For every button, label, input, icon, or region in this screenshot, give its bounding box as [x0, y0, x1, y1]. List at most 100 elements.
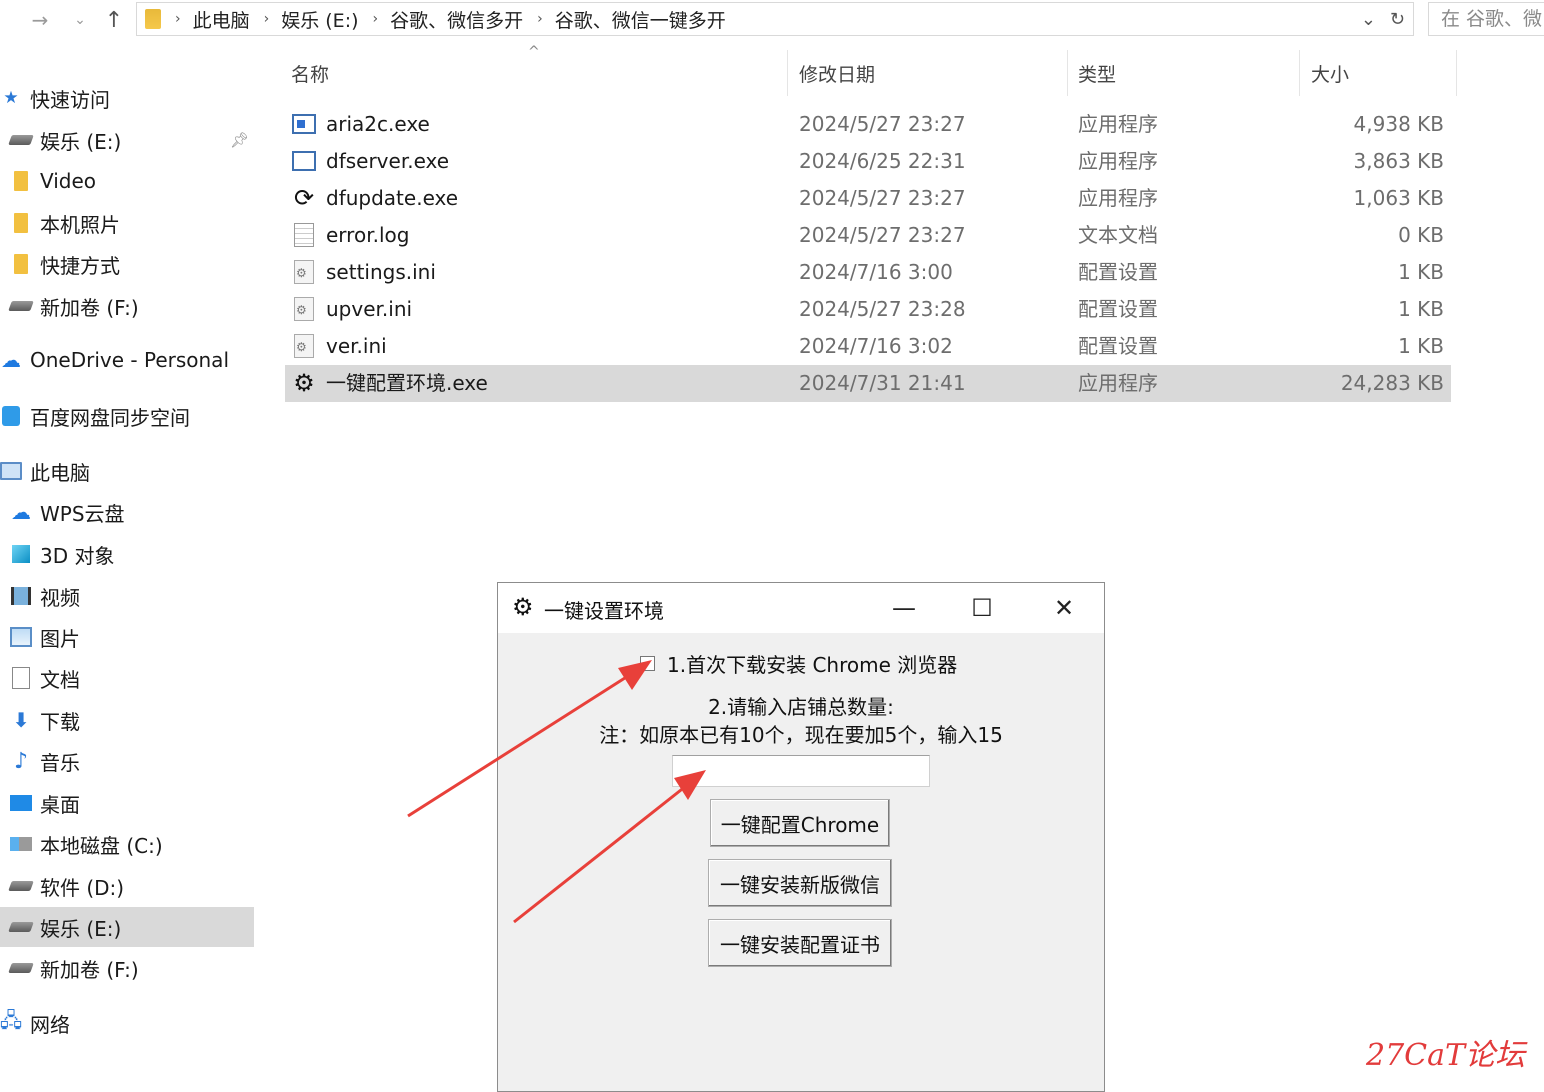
sidebar-item-pictures[interactable]: 图片	[0, 617, 254, 657]
window-icon	[291, 150, 317, 172]
cube-icon	[10, 543, 32, 565]
sidebar-item-drive-e[interactable]: 娱乐 (E:) 📌︎	[0, 120, 254, 160]
chevron-right-icon[interactable]: ›	[537, 11, 543, 27]
sidebar-item-documents[interactable]: 文档	[0, 658, 254, 698]
sidebar-item-label: 本地磁盘 (C:)	[40, 833, 163, 858]
file-name: aria2c.exe	[326, 112, 430, 136]
file-row[interactable]: ⟳ dfupdate.exe 2024/5/27 23:27 应用程序 1,06…	[285, 180, 1451, 217]
breadcrumb-item[interactable]: 娱乐 (E:)	[281, 6, 358, 33]
sidebar-item-downloads[interactable]: ⬇ 下载	[0, 700, 254, 740]
chrome-install-checkbox[interactable]	[640, 656, 655, 671]
column-header-name[interactable]: 名称	[285, 50, 788, 96]
sidebar-item-label: 软件 (D:)	[40, 875, 125, 900]
drive-icon	[8, 916, 34, 938]
file-row[interactable]: error.log 2024/5/27 23:27 文本文档 0 KB	[285, 217, 1451, 254]
file-type: 配置设置	[1078, 334, 1158, 358]
sidebar-item-drive-d[interactable]: 软件 (D:)	[0, 866, 254, 906]
sidebar-item-shortcuts[interactable]: 快捷方式	[0, 244, 254, 284]
store-count-label: 2.请输入店铺总数量:	[708, 695, 894, 719]
file-row[interactable]: aria2c.exe 2024/5/27 23:27 应用程序 4,938 KB	[285, 106, 1451, 143]
file-row[interactable]: upver.ini 2024/5/27 23:28 配置设置 1 KB	[285, 291, 1451, 328]
file-name: ver.ini	[326, 334, 387, 358]
sidebar-item-network[interactable]: 🖧︎ 网络	[0, 1003, 254, 1043]
film-icon	[10, 585, 32, 607]
store-count-input[interactable]	[672, 755, 930, 787]
breadcrumb-item[interactable]: 谷歌、微信多开	[390, 6, 523, 33]
exe-icon	[291, 113, 317, 135]
up-arrow-icon[interactable]: ↑	[100, 6, 128, 34]
file-size: 1 KB	[1398, 260, 1444, 284]
configure-chrome-button[interactable]: 一键配置Chrome	[710, 799, 890, 847]
dialog-title: 一键设置环境	[544, 599, 664, 623]
file-date: 2024/5/27 23:27	[799, 112, 966, 136]
sidebar-item-drive-e-selected[interactable]: 娱乐 (E:)	[0, 907, 254, 947]
sidebar-item-wps-cloud[interactable]: ☁ WPS云盘	[0, 492, 254, 532]
chevron-right-icon[interactable]: ›	[264, 11, 270, 27]
sidebar-item-3d-objects[interactable]: 3D 对象	[0, 534, 254, 574]
ini-file-icon	[291, 297, 317, 321]
dialog-titlebar[interactable]: ⚙ 一键设置环境 — ☐ ✕	[498, 583, 1104, 633]
sidebar-item-local-photos[interactable]: 本机照片	[0, 203, 254, 243]
sidebar-item-drive-f-pc[interactable]: 新加卷 (F:)	[0, 948, 254, 988]
file-date: 2024/5/27 23:27	[799, 186, 966, 210]
sidebar-item-this-pc[interactable]: 此电脑	[0, 451, 254, 491]
folder-icon	[10, 212, 32, 234]
install-wechat-button[interactable]: 一键安装新版微信	[708, 859, 892, 907]
file-size: 1 KB	[1398, 334, 1444, 358]
file-row[interactable]: settings.ini 2024/7/16 3:00 配置设置 1 KB	[285, 254, 1451, 291]
chevron-right-icon[interactable]: ›	[373, 11, 379, 27]
sidebar-item-label: 娱乐 (E:)	[40, 129, 122, 154]
file-row[interactable]: dfserver.exe 2024/6/25 22:31 应用程序 3,863 …	[285, 143, 1451, 180]
recent-locations-chevron-icon[interactable]: ⌄	[66, 6, 94, 34]
drive-icon	[8, 129, 34, 151]
sidebar-item-label: 文档	[40, 667, 80, 692]
sidebar-item-video-folder[interactable]: Video	[0, 161, 254, 201]
star-icon: ★	[3, 88, 19, 108]
sidebar-item-drive-c[interactable]: 本地磁盘 (C:)	[0, 824, 254, 864]
desktop-icon	[10, 792, 32, 814]
file-date: 2024/6/25 22:31	[799, 149, 966, 173]
file-date: 2024/7/31 21:41	[799, 371, 966, 395]
picture-icon	[10, 626, 32, 648]
sidebar-item-videos[interactable]: 视频	[0, 576, 254, 616]
file-type: 应用程序	[1078, 149, 1158, 173]
document-icon	[10, 667, 32, 689]
chrome-install-checkbox-row[interactable]: 1.首次下载安装 Chrome 浏览器	[640, 649, 957, 678]
install-certificate-button[interactable]: 一键安装配置证书	[708, 919, 892, 967]
file-name: error.log	[326, 223, 410, 247]
file-name: upver.ini	[326, 297, 413, 321]
column-header-size[interactable]: 大小	[1305, 50, 1457, 96]
file-row-selected[interactable]: ⚙ 一键配置环境.exe 2024/7/31 21:41 应用程序 24,283…	[285, 365, 1451, 402]
refresh-icon[interactable]: ↻	[1390, 9, 1405, 30]
sidebar-item-baidu-sync[interactable]: 百度网盘同步空间	[0, 396, 254, 436]
breadcrumb-item[interactable]: 此电脑	[193, 6, 250, 33]
maximize-icon[interactable]: ☐	[942, 583, 1022, 633]
pin-icon[interactable]: 📌︎	[230, 131, 249, 149]
sidebar-item-label: 快捷方式	[40, 253, 120, 278]
file-name: 一键配置环境.exe	[326, 371, 488, 395]
forward-arrow-icon[interactable]: →	[26, 6, 54, 34]
sidebar-item-label: 音乐	[40, 750, 80, 775]
breadcrumb-item[interactable]: 谷歌、微信一键多开	[555, 6, 726, 33]
file-size: 24,283 KB	[1340, 371, 1444, 395]
column-header-type[interactable]: 类型	[1072, 50, 1300, 96]
sidebar-item-label: 3D 对象	[40, 543, 115, 568]
ini-file-icon	[291, 260, 317, 284]
file-row[interactable]: ver.ini 2024/7/16 3:02 配置设置 1 KB	[285, 328, 1451, 365]
sidebar-item-label: 本机照片	[40, 212, 120, 237]
sidebar-item-quick-access[interactable]: ★ 快速访问	[0, 78, 254, 118]
sidebar-item-drive-f[interactable]: 新加卷 (F:)	[0, 286, 254, 326]
column-header-date[interactable]: 修改日期	[793, 50, 1068, 96]
sidebar-item-music[interactable]: ♪ 音乐	[0, 741, 254, 781]
sidebar-item-onedrive[interactable]: ☁ OneDrive - Personal	[0, 340, 254, 380]
search-input[interactable]: 在 谷歌、微	[1428, 2, 1544, 36]
file-size: 0 KB	[1398, 223, 1444, 247]
network-icon: 🖧︎	[0, 1008, 23, 1032]
address-bar[interactable]: › 此电脑 › 娱乐 (E:) › 谷歌、微信多开 › 谷歌、微信一键多开 ⌄ …	[136, 2, 1414, 36]
file-date: 2024/7/16 3:02	[799, 334, 953, 358]
sidebar-item-label: WPS云盘	[40, 501, 125, 526]
chevron-down-icon[interactable]: ⌄	[1361, 9, 1376, 30]
sidebar-item-desktop[interactable]: 桌面	[0, 783, 254, 823]
close-icon[interactable]: ✕	[1024, 583, 1104, 633]
minimize-icon[interactable]: —	[864, 583, 944, 633]
